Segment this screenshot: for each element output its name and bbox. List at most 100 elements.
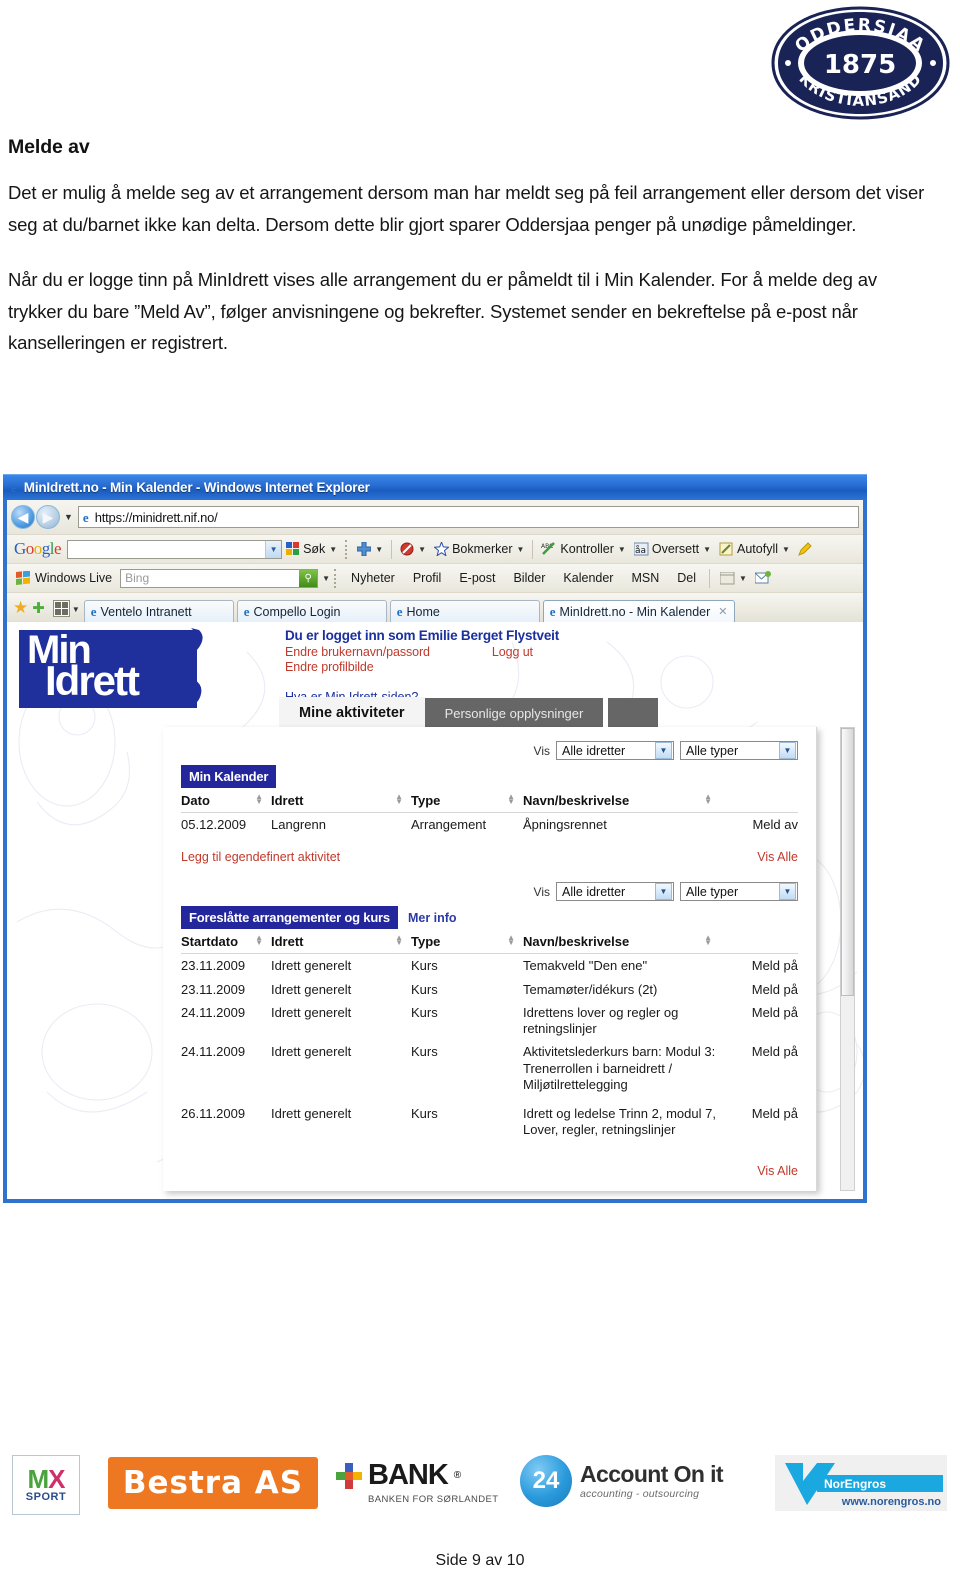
meld-pa-link[interactable]: Meld på bbox=[720, 1096, 798, 1142]
cell-dato: 26.11.2009 bbox=[181, 1106, 246, 1121]
bing-options-chevron-down-icon[interactable]: ▼ bbox=[322, 574, 330, 583]
logout-link[interactable]: Logg ut bbox=[492, 645, 533, 659]
google-bookmarks-button[interactable]: Bokmerker ▼ bbox=[434, 542, 524, 556]
filter-sport-value: Alle idretter bbox=[562, 884, 626, 899]
chevron-down-icon[interactable]: ▼ bbox=[329, 545, 337, 554]
live-link-profil[interactable]: Profil bbox=[413, 571, 441, 585]
tab-mine-aktiviteter[interactable]: Mine aktiviteter bbox=[279, 697, 425, 728]
column-header-navn[interactable]: Navn/beskrivelse ▲ ▼ bbox=[523, 788, 720, 813]
autofill-button[interactable]: Autofyll ▼ bbox=[719, 542, 790, 556]
suggested-filter-sport-select[interactable]: Alle idretter ▼ bbox=[556, 882, 674, 902]
chevron-down-icon[interactable]: ▼ bbox=[779, 883, 796, 901]
chevron-down-icon[interactable]: ▼ bbox=[618, 545, 626, 554]
chevron-down-icon[interactable]: ▼ bbox=[703, 545, 711, 554]
browser-tab-minidrett-min-kalender[interactable]: e MinIdrett.no - Min Kalender ✕ bbox=[542, 600, 735, 622]
live-link-msn[interactable]: MSN bbox=[631, 571, 659, 585]
chevron-down-icon[interactable]: ▼ bbox=[655, 883, 672, 901]
chevron-down-icon[interactable]: ▼ bbox=[375, 545, 383, 554]
column-header-idrett[interactable]: Idrett ▲ ▼ bbox=[271, 929, 411, 955]
suggested-show-all-link[interactable]: Vis Alle bbox=[181, 1164, 798, 1178]
column-header-navn[interactable]: Navn/beskrivelse ▲ ▼ bbox=[523, 929, 720, 955]
sort-icon[interactable]: ▲ ▼ bbox=[255, 793, 263, 806]
suggested-filter-type-select[interactable]: Alle typer ▼ bbox=[680, 882, 798, 902]
more-info-link[interactable]: Mer info bbox=[408, 911, 457, 925]
change-profile-photo-link[interactable]: Endre profilbilde bbox=[285, 660, 559, 674]
sort-icon[interactable]: ▲ ▼ bbox=[395, 934, 403, 947]
favorites-star-icon[interactable]: ★ bbox=[13, 598, 28, 618]
back-button[interactable]: ◀ bbox=[11, 505, 35, 529]
cell-navn-link[interactable]: Temakveld "Den ene" bbox=[523, 954, 720, 978]
meld-pa-link[interactable]: Meld på bbox=[720, 1001, 798, 1041]
browser-tab-ventelo-intranett[interactable]: e Ventelo Intranett bbox=[83, 600, 234, 622]
meld-pa-link[interactable]: Meld på bbox=[720, 1040, 798, 1096]
sort-icon[interactable]: ▲ ▼ bbox=[507, 934, 515, 947]
cell-navn-link[interactable]: Åpningsrennet bbox=[523, 813, 720, 837]
google-settings-button[interactable] bbox=[798, 542, 812, 556]
column-label: Navn/beskrivelse bbox=[523, 793, 630, 808]
meld-pa-link[interactable]: Meld på bbox=[720, 954, 798, 978]
filter-sport-select[interactable]: Alle idretter ▼ bbox=[556, 741, 674, 760]
tab-label: Compello Login bbox=[253, 604, 341, 619]
live-link-bilder[interactable]: Bilder bbox=[513, 571, 545, 585]
google-search-history-chevron-down-icon[interactable]: ▼ bbox=[265, 540, 282, 558]
tab-extra[interactable] bbox=[608, 698, 659, 728]
forward-button[interactable]: ▶ bbox=[36, 505, 60, 529]
live-link-kalender[interactable]: Kalender bbox=[563, 571, 613, 585]
chevron-down-icon[interactable]: ▼ bbox=[655, 742, 672, 759]
google-search-button[interactable]: Søk ▼ bbox=[286, 542, 337, 556]
google-plus-button[interactable]: ▼ bbox=[357, 542, 383, 556]
chevron-down-icon[interactable]: ▼ bbox=[517, 545, 525, 554]
translate-button[interactable]: åa Oversett ▼ bbox=[633, 542, 711, 556]
browser-tab-home[interactable]: e Home bbox=[389, 600, 540, 622]
account-on-it-tagline: accounting - outsourcing bbox=[580, 1487, 700, 1500]
browser-frame: ◀ ▶ ▼ e https://minidrett.nif.no/ Google… bbox=[3, 500, 867, 1203]
bing-search-input[interactable]: Bing ⚲ bbox=[120, 568, 319, 588]
scrollbar-thumb[interactable] bbox=[841, 728, 854, 996]
google-search-input[interactable]: ▼ bbox=[67, 539, 283, 559]
chevron-down-icon[interactable]: ▼ bbox=[418, 545, 426, 554]
sponsor-mx-sport-logo: MX SPORT bbox=[12, 1455, 80, 1515]
cell-navn-link[interactable]: Aktivitetslederkurs barn: Modul 3: Trene… bbox=[523, 1040, 720, 1096]
sort-icon[interactable]: ▲ ▼ bbox=[255, 934, 263, 947]
column-header-type[interactable]: Type ▲ ▼ bbox=[411, 788, 523, 813]
cell-navn-link[interactable]: Idrettens lover og regler og retningslin… bbox=[523, 1001, 720, 1041]
close-tab-icon[interactable]: ✕ bbox=[718, 605, 727, 618]
spellcheck-button[interactable]: ABC Kontroller ▼ bbox=[541, 542, 625, 556]
page-scrollbar[interactable] bbox=[840, 727, 855, 1191]
quick-tabs-icon[interactable] bbox=[52, 600, 70, 617]
cell-type: Kurs bbox=[411, 1106, 438, 1121]
sort-icon[interactable]: ▲ ▼ bbox=[395, 793, 403, 806]
add-to-favorites-icon[interactable]: ✚ bbox=[32, 599, 45, 617]
column-header-dato[interactable]: Dato ▲ ▼ bbox=[181, 788, 271, 813]
address-input[interactable]: e https://minidrett.nif.no/ bbox=[77, 506, 859, 528]
chevron-down-icon[interactable]: ▼ bbox=[779, 742, 796, 759]
document-text-body: Melde av Det er mulig å melde seg av et … bbox=[8, 136, 928, 359]
sort-icon[interactable]: ▲ ▼ bbox=[507, 793, 515, 806]
column-header-startdato[interactable]: Startdato ▲ ▼ bbox=[181, 929, 271, 955]
search-icon[interactable]: ⚲ bbox=[299, 569, 318, 587]
live-link-epost[interactable]: E-post bbox=[459, 571, 495, 585]
filter-type-select[interactable]: Alle typer ▼ bbox=[680, 741, 798, 760]
popup-blocker-button[interactable]: ▼ bbox=[400, 542, 426, 556]
tab-list-chevron-down-icon[interactable]: ▼ bbox=[72, 605, 80, 614]
change-credentials-link[interactable]: Endre brukernavn/passord bbox=[285, 645, 430, 659]
chevron-down-icon[interactable]: ▼ bbox=[782, 545, 790, 554]
calendar-show-all-link[interactable]: Vis Alle bbox=[757, 850, 798, 864]
column-header-type[interactable]: Type ▲ ▼ bbox=[411, 929, 523, 955]
svg-text:åa: åa bbox=[635, 545, 646, 556]
chevron-down-icon[interactable]: ▼ bbox=[739, 574, 747, 583]
cell-navn-link[interactable]: Temamøter/idékurs (2t) bbox=[523, 978, 720, 1001]
cell-navn-link[interactable]: Idrett og ledelse Trinn 2, modul 7, Love… bbox=[523, 1096, 720, 1142]
meld-pa-link[interactable]: Meld på bbox=[720, 978, 798, 1001]
sort-icon[interactable]: ▲ ▼ bbox=[704, 934, 712, 947]
filter-label: Vis bbox=[533, 884, 550, 899]
recent-pages-chevron-down-icon[interactable]: ▼ bbox=[64, 512, 73, 522]
live-link-del[interactable]: Del bbox=[677, 571, 696, 585]
add-custom-activity-link[interactable]: Legg til egendefinert aktivitet bbox=[181, 850, 340, 864]
sort-icon[interactable]: ▲ ▼ bbox=[704, 793, 712, 806]
tab-personlige-opplysninger[interactable]: Personlige opplysninger bbox=[424, 698, 604, 728]
live-link-nyheter[interactable]: Nyheter bbox=[351, 571, 395, 585]
browser-tab-compello-login[interactable]: e Compello Login bbox=[236, 600, 387, 622]
column-header-idrett[interactable]: Idrett ▲ ▼ bbox=[271, 788, 411, 813]
meld-av-link[interactable]: Meld av bbox=[720, 813, 798, 837]
